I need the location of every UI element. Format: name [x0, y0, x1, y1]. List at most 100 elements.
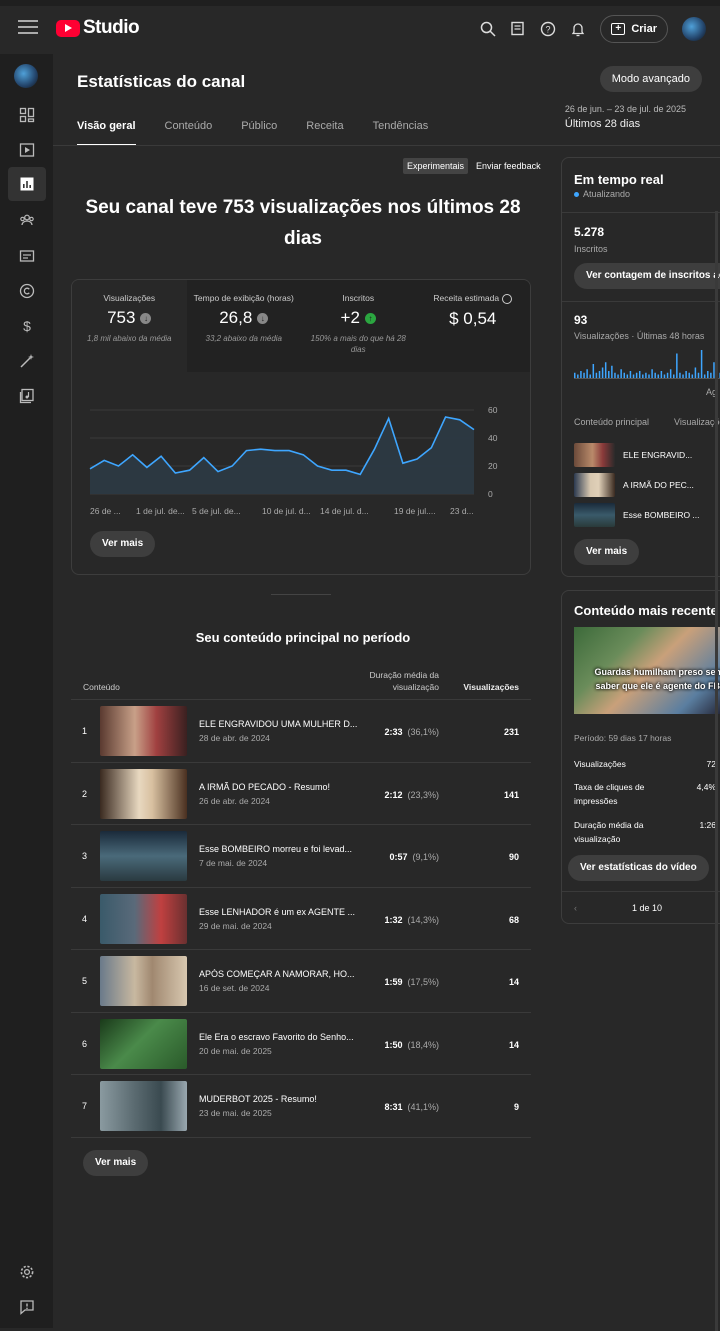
feedback-icon[interactable]: [8, 1290, 46, 1324]
top-content-table: Conteúdo Duração média da visualização V…: [71, 664, 531, 1176]
realtime-divider: [562, 212, 720, 213]
video-thumbnail[interactable]: [100, 893, 187, 944]
row-title[interactable]: Ele Era o escravo Favorito do Senho...: [199, 1032, 359, 1042]
row-date: 16 de set. de 2024: [199, 983, 270, 993]
table-row[interactable]: 4 Esse LENHADOR é um ex AGENTE ... 29 de m…: [71, 888, 531, 950]
table-ver-mais-wrap: Ver mais: [83, 1149, 531, 1176]
comments-icon[interactable]: [510, 21, 526, 37]
realtime-bar: [632, 374, 635, 378]
tab-content[interactable]: Conteúdo: [165, 120, 213, 146]
copyright-icon[interactable]: [8, 274, 46, 308]
metric-views[interactable]: Visualizações 753 ↓ 1,8 mil abaixo da méd…: [72, 280, 187, 372]
row-views: 90: [508, 852, 519, 862]
tabs-divider: [53, 145, 720, 146]
row-rank: 5: [82, 976, 88, 986]
scrollbar[interactable]: [715, 211, 718, 1331]
metric-comparison: 33,2 abaixo da média: [205, 334, 283, 343]
realtime-item[interactable]: ELE ENGRAVID...: [574, 443, 692, 467]
video-thumbnail[interactable]: [100, 706, 187, 756]
monetization-icon[interactable]: $: [8, 309, 46, 343]
advanced-mode-button[interactable]: Modo avançado: [599, 66, 702, 92]
video-thumbnail[interactable]: [100, 831, 187, 881]
arrow-up-icon: ↑: [364, 312, 376, 324]
row-duration-value: 1:50: [384, 1039, 403, 1050]
row-duration: 1:32 (14,3%): [384, 915, 439, 925]
table-row[interactable]: 5 APÓS COMEÇAR A NAMORAR, HO... 16 de set.…: [71, 950, 531, 1013]
customization-icon[interactable]: [8, 344, 46, 378]
tab-revenue[interactable]: Receita: [306, 120, 343, 146]
tab-audience[interactable]: Público: [241, 120, 277, 146]
row-duration-value: 2:33: [384, 727, 403, 737]
realtime-ver-mais-button[interactable]: Ver mais: [574, 539, 640, 565]
metric-value: 753: [107, 308, 136, 327]
realtime-bar: [614, 372, 616, 378]
realtime-subs-value: 5.278: [574, 225, 605, 239]
realtime-card: Em tempo real Atualizando 5.278 Inscrito…: [561, 157, 720, 577]
table-ver-mais-button[interactable]: Ver mais: [83, 1149, 149, 1176]
video-thumbnail[interactable]: [100, 1081, 187, 1131]
create-button[interactable]: + Criar: [600, 15, 668, 43]
row-title[interactable]: MUDERBOT 2025 - Resumo!: [199, 1094, 359, 1104]
dashboard-icon[interactable]: [8, 98, 46, 132]
row-title[interactable]: Esse LENHADOR é um ex AGENTE ...: [199, 907, 359, 917]
date-range-picker[interactable]: 26 de jun. – 23 de jul. de 2025 Últimos …: [565, 104, 686, 130]
col-views[interactable]: Visualizações: [463, 682, 519, 692]
send-feedback-link[interactable]: Enviar feedback: [476, 161, 541, 171]
metric-subscribers[interactable]: Inscritos +2 ↑ 150% a mais do que há 28 d…: [301, 280, 416, 372]
realtime-bar: [598, 371, 601, 378]
experiments-badge[interactable]: Experimentais: [403, 158, 469, 174]
recent-stat-row: Duração média da visualização 1:26: [574, 818, 716, 846]
row-date: 7 de mai. de 2024: [199, 858, 268, 868]
table-row[interactable]: 3 Esse BOMBEIRO morreu e foi levad... 7 de…: [71, 825, 531, 888]
table-row[interactable]: 1 ELE ENGRAVIDOU UMA MULHER D... 28 de abr…: [71, 700, 531, 763]
realtime-bar: [580, 371, 582, 378]
chevron-left-icon[interactable]: ‹: [574, 892, 577, 923]
row-title[interactable]: APÓS COMEÇAR A NAMORAR, HO...: [199, 969, 359, 979]
recent-video-thumbnail[interactable]: Guardas humilham preso sem saber que ele…: [574, 627, 720, 714]
account-avatar[interactable]: [682, 17, 706, 41]
channel-avatar[interactable]: [14, 64, 38, 88]
menu-icon[interactable]: [18, 20, 38, 38]
realtime-bar-chart[interactable]: [574, 350, 720, 384]
row-title[interactable]: ELE ENGRAVIDOU UMA MULHER D...: [199, 719, 359, 729]
col-duration[interactable]: Duração média da visualização: [349, 669, 439, 693]
x-tick-label: 1 de jul. de...: [136, 506, 185, 516]
content-icon[interactable]: [8, 133, 46, 167]
realtime-item[interactable]: A IRMÃ DO PEC...: [574, 473, 694, 497]
realtime-bar: [657, 374, 660, 378]
realtime-bar: [592, 364, 595, 378]
help-icon[interactable]: ?: [540, 21, 556, 37]
views-chart[interactable]: 0 20 40 60 26 de ... 1 de jul. de... 5 de jul.…: [72, 372, 531, 522]
table-row[interactable]: 2 A IRMÃ DO PECADO - Resumo! 26 de abr. de…: [71, 763, 531, 825]
row-duration-pct: (9,1%): [412, 852, 439, 862]
overview-ver-mais-button[interactable]: Ver mais: [90, 531, 156, 557]
audio-library-icon[interactable]: [8, 379, 46, 413]
video-stats-button[interactable]: Ver estatísticas do vídeo: [568, 855, 709, 881]
table-row[interactable]: 7 MUDERBOT 2025 - Resumo! 23 de mai. de 20…: [71, 1075, 531, 1138]
realtime-subs-label: Inscritos: [574, 244, 608, 254]
metric-value: 26,8: [219, 308, 253, 327]
realtime-bar: [660, 371, 663, 378]
video-thumbnail[interactable]: [100, 956, 187, 1006]
metric-revenue[interactable]: Receita estimada $ 0,54: [415, 280, 530, 372]
realtime-item[interactable]: Esse BOMBEIRO ...: [574, 503, 700, 527]
recent-thumb-caption: Guardas humilham preso sem saber que ele…: [594, 667, 720, 691]
community-icon[interactable]: [8, 203, 46, 237]
live-subs-button[interactable]: Ver contagem de inscritos ao vivo: [574, 263, 720, 289]
settings-icon[interactable]: [8, 1255, 46, 1289]
video-thumbnail[interactable]: [100, 768, 187, 819]
studio-logo[interactable]: Studio: [56, 17, 140, 39]
search-icon[interactable]: [480, 21, 496, 37]
realtime-bar: [666, 372, 669, 378]
row-title[interactable]: Esse BOMBEIRO morreu e foi levad...: [199, 844, 359, 854]
analytics-icon[interactable]: [8, 167, 46, 201]
tab-trends[interactable]: Tendências: [373, 120, 429, 146]
video-thumbnail[interactable]: [100, 1018, 187, 1069]
row-title[interactable]: A IRMÃ DO PECADO - Resumo!: [199, 782, 359, 792]
subtitles-icon[interactable]: [8, 239, 46, 273]
realtime-bar: [635, 372, 638, 378]
table-row[interactable]: 6 Ele Era o escravo Favorito do Senho... 2…: [71, 1013, 531, 1075]
metric-watch-time[interactable]: Tempo de exibição (horas) 26,8 ↓ 33,2 aba…: [186, 280, 301, 372]
notifications-icon[interactable]: [570, 21, 586, 37]
tab-overview[interactable]: Visão geral: [77, 120, 136, 146]
